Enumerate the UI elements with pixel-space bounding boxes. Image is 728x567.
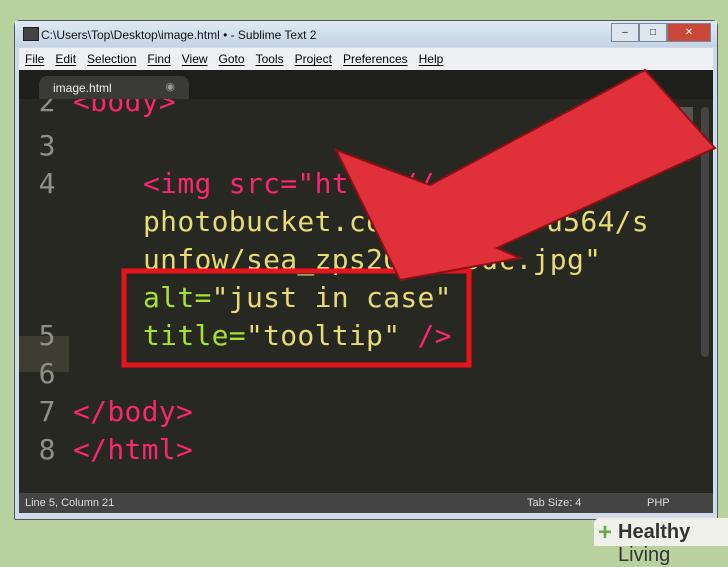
plus-leaf-icon: + (598, 519, 613, 546)
watermark-text: Healthy Living (618, 521, 691, 566)
highlight-box (121, 268, 472, 368)
red-arrow-icon (333, 68, 717, 282)
annotation-overlay (121, 68, 717, 368)
healthy-living-watermark: + Healthy Living (594, 518, 728, 566)
